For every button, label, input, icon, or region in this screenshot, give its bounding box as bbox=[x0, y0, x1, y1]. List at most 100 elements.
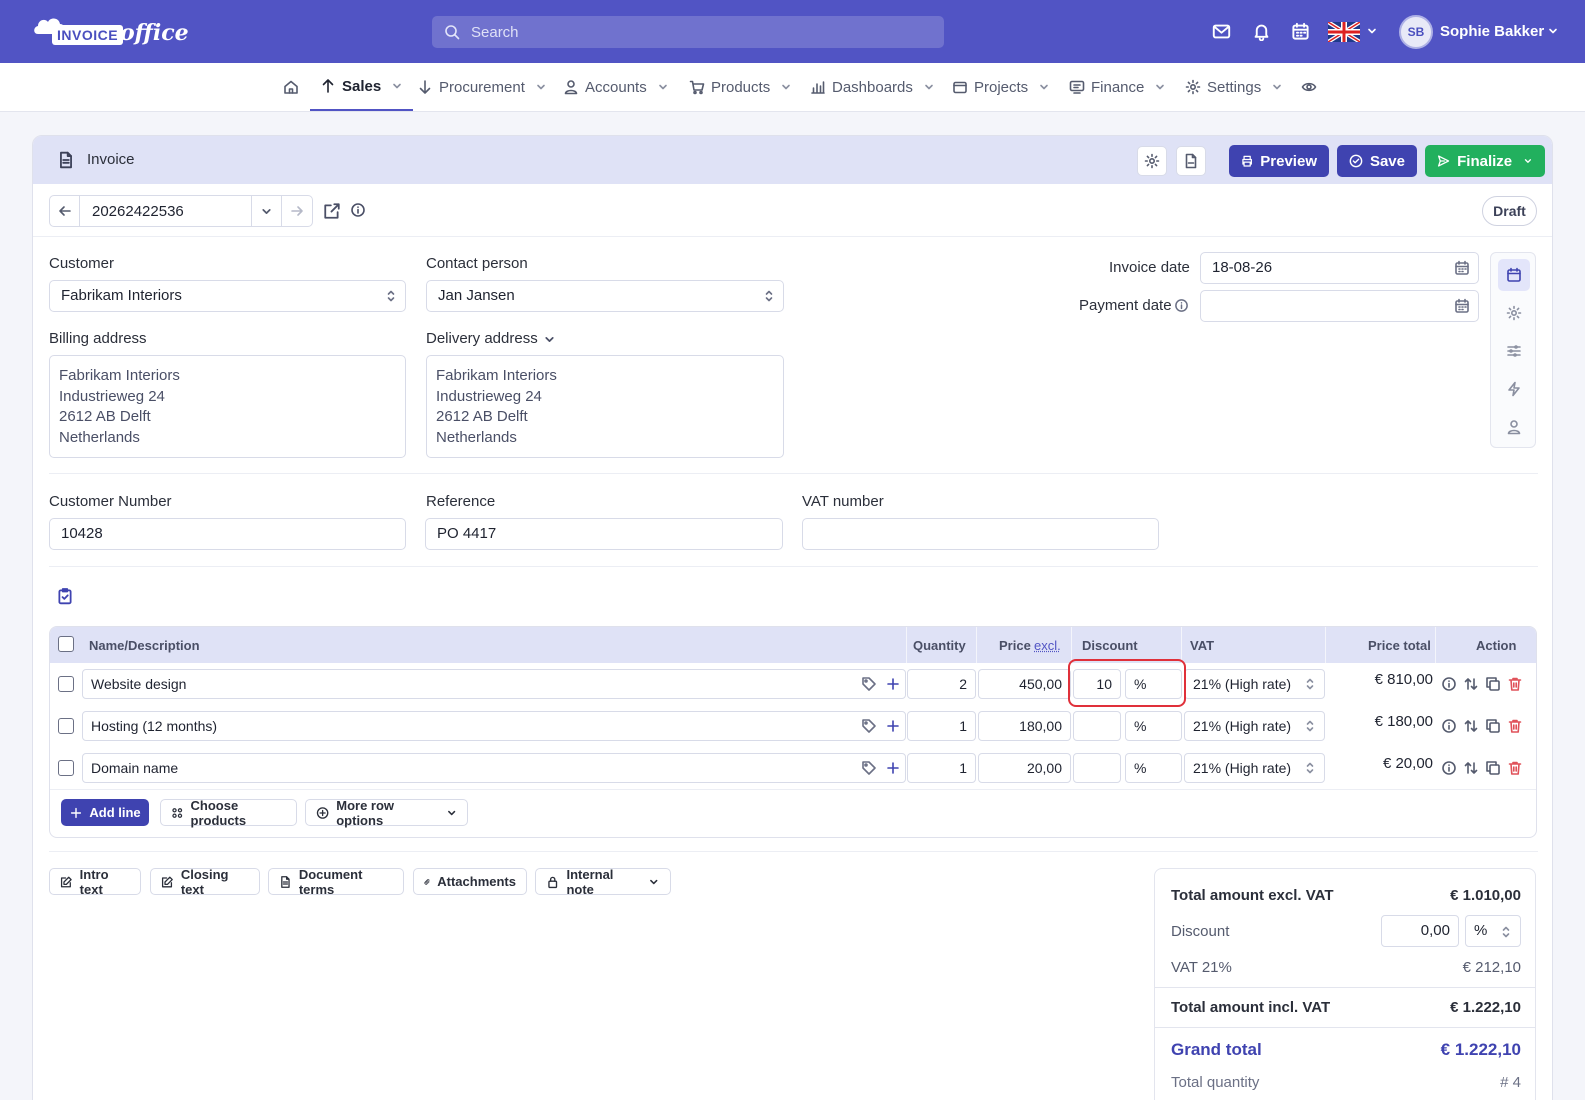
price-input[interactable]: 180,00 bbox=[978, 711, 1071, 741]
vat-select[interactable]: 21% (High rate) bbox=[1184, 669, 1325, 699]
vat-number-input[interactable] bbox=[802, 518, 1159, 550]
intro-text-button[interactable]: Intro text bbox=[49, 867, 141, 897]
info-icon[interactable] bbox=[1441, 718, 1457, 734]
chevron-down-icon[interactable] bbox=[1547, 25, 1559, 37]
trash-icon[interactable] bbox=[1507, 676, 1523, 692]
vat-select[interactable]: 21% (High rate) bbox=[1184, 711, 1325, 741]
tag-icon[interactable] bbox=[861, 760, 877, 776]
internal-note-button[interactable]: Internal note bbox=[535, 867, 671, 897]
pdf-button[interactable] bbox=[1176, 146, 1206, 176]
select-all-checkbox[interactable] bbox=[58, 636, 74, 652]
chevron-down-icon[interactable] bbox=[1366, 25, 1378, 37]
user-name[interactable]: Sophie Bakker bbox=[1440, 23, 1544, 40]
uk-flag-icon[interactable] bbox=[1328, 22, 1360, 42]
row-checkbox[interactable] bbox=[58, 718, 74, 734]
nav-item-projects[interactable]: Projects bbox=[952, 63, 1050, 111]
nav-home[interactable] bbox=[283, 63, 299, 111]
clipboard-check-icon[interactable] bbox=[56, 587, 74, 605]
sort-arrows-icon[interactable] bbox=[1463, 760, 1479, 776]
row-checkbox[interactable] bbox=[58, 676, 74, 692]
copy-icon[interactable] bbox=[1485, 760, 1501, 776]
quantity-input[interactable]: 1 bbox=[907, 753, 976, 783]
info-icon[interactable] bbox=[1174, 298, 1189, 313]
calendar-icon[interactable] bbox=[1291, 22, 1310, 41]
nav-item-finance[interactable]: Finance bbox=[1069, 63, 1166, 111]
plus-icon[interactable] bbox=[885, 760, 901, 776]
col-price-suffix[interactable]: excl. bbox=[1034, 638, 1061, 653]
row-checkbox[interactable] bbox=[58, 760, 74, 776]
vat-select[interactable]: 21% (High rate) bbox=[1184, 753, 1325, 783]
plus-icon[interactable] bbox=[885, 718, 901, 734]
invoice-date-input[interactable]: 18-08-26 bbox=[1200, 252, 1479, 284]
discount-unit-select[interactable]: % bbox=[1125, 711, 1182, 741]
discount-unit-select[interactable]: % bbox=[1125, 753, 1182, 783]
nav-item-accounts[interactable]: Accounts bbox=[563, 63, 669, 111]
sort-arrows-icon[interactable] bbox=[1463, 718, 1479, 734]
info-icon[interactable] bbox=[350, 202, 366, 218]
preview-button[interactable]: Preview bbox=[1229, 145, 1329, 177]
nav-item-procurement[interactable]: Procurement bbox=[417, 63, 547, 111]
sort-arrows-icon[interactable] bbox=[1463, 676, 1479, 692]
discount-input[interactable] bbox=[1073, 753, 1121, 783]
nav-visibility[interactable] bbox=[1301, 63, 1317, 111]
side-tab-settings[interactable] bbox=[1498, 297, 1530, 329]
nav-item-dashboards[interactable]: Dashboards bbox=[810, 63, 935, 111]
mail-icon[interactable] bbox=[1212, 22, 1231, 41]
quantity-input[interactable]: 2 bbox=[907, 669, 976, 699]
billing-line: Netherlands bbox=[59, 428, 140, 446]
closing-text-button[interactable]: Closing text bbox=[150, 867, 260, 897]
reference-input[interactable]: PO 4417 bbox=[425, 518, 783, 550]
quantity-input[interactable]: 1 bbox=[907, 711, 976, 741]
customer-select[interactable]: Fabrikam Interiors bbox=[49, 280, 406, 312]
side-tab-automation[interactable] bbox=[1498, 373, 1530, 405]
save-button[interactable]: Save bbox=[1337, 145, 1417, 177]
document-number-input[interactable]: 20262422536 bbox=[80, 196, 252, 226]
line-name-input[interactable]: Website design bbox=[82, 669, 906, 699]
tag-icon[interactable] bbox=[861, 718, 877, 734]
tag-icon[interactable] bbox=[861, 676, 877, 692]
bell-icon[interactable] bbox=[1252, 22, 1271, 41]
customer-number-input[interactable]: 10428 bbox=[49, 518, 406, 550]
copy-icon[interactable] bbox=[1485, 676, 1501, 692]
nav-item-products[interactable]: Products bbox=[689, 63, 792, 111]
more-row-options-button[interactable]: More row options bbox=[305, 798, 468, 828]
settings-button[interactable] bbox=[1137, 146, 1167, 176]
document-terms-button[interactable]: Document terms bbox=[268, 867, 404, 897]
side-tab-calendar[interactable] bbox=[1498, 259, 1530, 291]
price-input[interactable]: 20,00 bbox=[978, 753, 1071, 783]
nav-item-sales[interactable]: Sales bbox=[310, 63, 414, 111]
delivery-address-label[interactable]: Delivery address bbox=[426, 330, 538, 347]
line-name-input[interactable]: Domain name bbox=[82, 753, 906, 783]
discount-input[interactable] bbox=[1073, 711, 1121, 741]
document-number-dropdown[interactable] bbox=[252, 196, 282, 226]
finalize-button[interactable]: Finalize bbox=[1425, 145, 1545, 177]
avatar[interactable]: SB bbox=[1399, 15, 1433, 49]
trash-icon[interactable] bbox=[1507, 760, 1523, 776]
price-input[interactable]: 450,00 bbox=[978, 669, 1071, 699]
side-tab-filters[interactable] bbox=[1498, 335, 1530, 367]
info-icon[interactable] bbox=[1441, 676, 1457, 692]
billing-address-box[interactable]: Fabrikam Interiors Industrieweg 24 2612 … bbox=[49, 355, 406, 458]
nav-item-settings[interactable]: Settings bbox=[1185, 63, 1283, 111]
line-name-input[interactable]: Hosting (12 months) bbox=[82, 711, 906, 741]
search-input[interactable]: Search bbox=[432, 16, 944, 48]
side-tab-person[interactable] bbox=[1498, 411, 1530, 443]
previous-document-button[interactable] bbox=[50, 196, 80, 226]
add-line-button[interactable]: Add line bbox=[61, 799, 149, 826]
chevron-down-icon[interactable] bbox=[543, 333, 556, 346]
total-discount-input[interactable]: 0,00 bbox=[1381, 915, 1459, 947]
app-logo[interactable]: INVOICE office bbox=[30, 12, 189, 52]
next-document-button[interactable] bbox=[282, 196, 312, 226]
copy-icon[interactable] bbox=[1485, 718, 1501, 734]
choose-products-button[interactable]: Choose products bbox=[160, 798, 297, 828]
contact-person-select[interactable]: Jan Jansen bbox=[426, 280, 784, 312]
trash-icon[interactable] bbox=[1507, 718, 1523, 734]
delivery-address-box[interactable]: Fabrikam Interiors Industrieweg 24 2612 … bbox=[426, 355, 784, 458]
calendar-icon bbox=[1455, 260, 1469, 275]
total-discount-unit-select[interactable]: % bbox=[1465, 915, 1521, 947]
payment-date-input[interactable] bbox=[1200, 290, 1479, 322]
info-icon[interactable] bbox=[1441, 760, 1457, 776]
attachments-button[interactable]: Attachments bbox=[413, 868, 527, 895]
plus-icon[interactable] bbox=[885, 676, 901, 692]
external-edit-icon[interactable] bbox=[323, 202, 341, 220]
